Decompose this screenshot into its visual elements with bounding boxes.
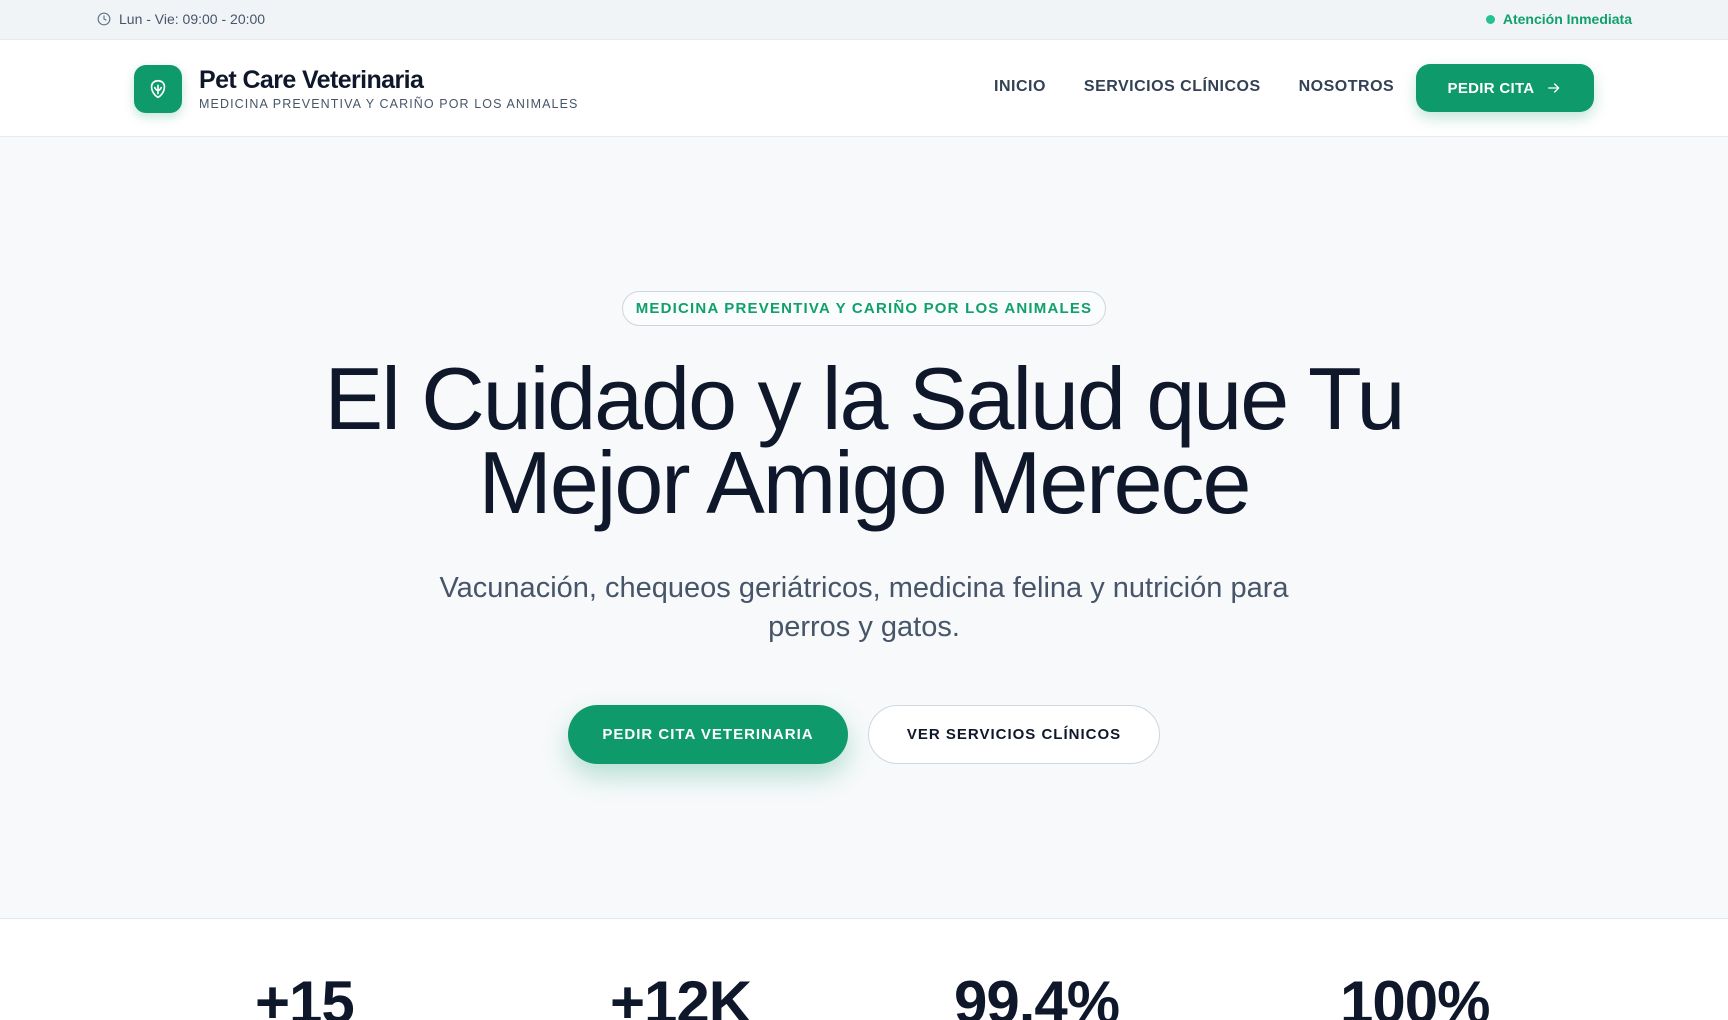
main-nav: INICIO SERVICIOS CLÍNICOS NOSOTROS xyxy=(994,78,1394,96)
arrow-right-icon xyxy=(1548,83,1560,93)
nav-link-servicios-clinicos[interactable]: SERVICIOS CLÍNICOS xyxy=(1084,78,1261,96)
hero-subtitle-line-2: perros y gatos. xyxy=(768,611,960,643)
opening-hours-text: Lun - Vie: 09:00 - 20:00 xyxy=(119,11,266,27)
brand-tagline: MEDICINA PREVENTIVA Y CARIÑO POR LOS ANI… xyxy=(199,97,579,111)
hero-badge: MEDICINA PREVENTIVA Y CARIÑO POR LOS ANI… xyxy=(622,291,1106,326)
stat-value-4: 100% xyxy=(1340,969,1490,1020)
ver-servicios-clinicos-button[interactable]: VER SERVICIOS CLÍNICOS xyxy=(868,705,1160,764)
top-info-bar: Lun - Vie: 09:00 - 20:00 Atención Inmedi… xyxy=(0,0,1728,40)
clock-icon xyxy=(97,12,111,26)
pedir-cita-button[interactable]: PEDIR CITA xyxy=(1416,64,1594,112)
stats-section: +15 +12K 99.4% 100% xyxy=(0,918,1728,1020)
stat-value-3: 99.4% xyxy=(954,969,1120,1020)
pedir-cita-label: PEDIR CITA xyxy=(1447,79,1535,97)
nav-link-inicio[interactable]: INICIO xyxy=(994,78,1046,96)
nav-link-nosotros[interactable]: NOSOTROS xyxy=(1299,78,1395,96)
pedir-cita-veterinaria-button[interactable]: PEDIR CITA VETERINARIA xyxy=(568,705,848,764)
opening-hours: Lun - Vie: 09:00 - 20:00 xyxy=(97,11,265,27)
stat-value-1: +15 xyxy=(255,969,355,1020)
stat-value-2: +12K xyxy=(610,969,752,1020)
brand[interactable]: Pet Care Veterinaria MEDICINA PREVENTIVA… xyxy=(199,65,578,111)
hero-subtitle: Vacunación, chequeos geriátricos, medici… xyxy=(380,569,1348,647)
hero-headline-line-2: Mejor Amigo Merece xyxy=(478,433,1252,532)
hero-section: MEDICINA PREVENTIVA Y CARIÑO POR LOS ANI… xyxy=(0,137,1728,918)
paw-shield-icon xyxy=(150,79,166,99)
brand-name: Pet Care Veterinaria xyxy=(199,66,424,94)
availability-status-text: Atención Inmediata xyxy=(1502,11,1632,27)
hero-headline: El Cuidado y la Salud que Tu Mejor Amigo… xyxy=(200,355,1528,527)
hero-subtitle-line-1: Vacunación, chequeos geriátricos, medici… xyxy=(439,572,1289,604)
status-dot-icon xyxy=(1485,14,1495,24)
logo[interactable] xyxy=(134,65,182,113)
site-header: Pet Care Veterinaria MEDICINA PREVENTIVA… xyxy=(0,40,1728,137)
availability-status: Atención Inmediata xyxy=(1485,11,1632,27)
